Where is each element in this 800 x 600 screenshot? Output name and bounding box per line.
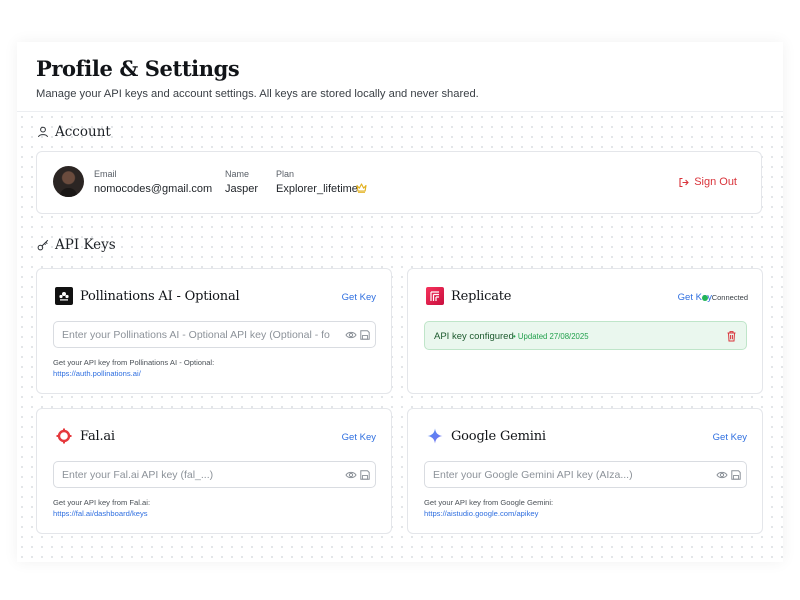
gemini-key-field — [424, 461, 747, 488]
name-label: Name — [225, 169, 250, 179]
avatar — [53, 166, 84, 197]
account-section-label: Account — [55, 124, 111, 140]
save-icon[interactable] — [359, 469, 371, 481]
status-dot-icon — [701, 294, 708, 301]
gemini-card: Google Gemini Get Key Get your API key f… — [407, 408, 763, 534]
pollinations-name: Pollinations AI - Optional — [80, 288, 240, 304]
pollinations-help-link[interactable]: https://auth.pollinations.ai/ — [53, 368, 214, 379]
plan-value: Explorer_lifetime — [276, 183, 358, 195]
save-icon[interactable] — [730, 469, 742, 481]
save-icon[interactable] — [359, 329, 371, 341]
replicate-status-badge: Connected — [701, 293, 748, 302]
account-section-title: Account — [37, 124, 111, 140]
api-keys-section-label: API Keys — [55, 237, 116, 253]
gemini-sparkle-icon — [426, 427, 444, 445]
falai-name: Fal.ai — [80, 428, 115, 444]
name-value: Jasper — [225, 183, 259, 195]
falai-key-field — [53, 461, 376, 488]
account-card: Email nomocodes@gmail.com Name Jasper Pl… — [36, 151, 762, 214]
falai-key-input[interactable] — [62, 462, 330, 487]
eye-icon[interactable] — [345, 469, 357, 481]
pollinations-help-text: Get your API key from Pollinations AI - … — [53, 358, 215, 367]
pollinations-key-input[interactable] — [62, 322, 330, 347]
gemini-help-link[interactable]: https://aistudio.google.com/apikey — [424, 508, 553, 519]
replicate-configured-banner: API key configured • Updated 27/08/2025 — [424, 321, 747, 350]
replicate-card: Replicate Get Key Connected API key conf… — [407, 268, 763, 394]
sign-out-button[interactable]: Sign Out — [678, 176, 737, 188]
falai-get-key-link[interactable]: Get Key — [342, 432, 376, 443]
replicate-name: Replicate — [451, 288, 512, 304]
eye-icon[interactable] — [345, 329, 357, 341]
plan-label: Plan — [276, 169, 295, 179]
user-icon — [38, 126, 48, 138]
replicate-logo-icon — [426, 287, 444, 305]
replicate-status-text: Connected — [711, 293, 748, 302]
pollinations-logo-icon — [55, 287, 73, 305]
page-header: Profile & Settings Manage your API keys … — [17, 42, 783, 112]
falai-help-link[interactable]: https://fal.ai/dashboard/keys — [53, 508, 150, 519]
gemini-get-key-link[interactable]: Get Key — [713, 432, 747, 443]
falai-logo-icon — [55, 427, 73, 445]
settings-panel: Profile & Settings Manage your API keys … — [17, 42, 783, 562]
gemini-help: Get your API key from Google Gemini: htt… — [424, 497, 553, 519]
page-subtitle: Manage your API keys and account setting… — [36, 88, 479, 100]
email-label: Email — [94, 169, 117, 179]
falai-help-text: Get your API key from Fal.ai: — [53, 498, 151, 507]
sign-out-icon — [679, 177, 689, 187]
email-value: nomocodes@gmail.com — [94, 183, 213, 195]
key-icon — [37, 239, 49, 251]
eye-icon[interactable] — [716, 469, 728, 481]
pollinations-key-field — [53, 321, 376, 348]
trash-icon[interactable] — [726, 330, 737, 342]
pollinations-get-key-link[interactable]: Get Key — [342, 292, 376, 303]
pollinations-help: Get your API key from Pollinations AI - … — [53, 357, 214, 379]
pollinations-card: Pollinations AI - Optional Get Key Get y… — [36, 268, 392, 394]
gemini-name: Google Gemini — [451, 428, 546, 444]
sign-out-label: Sign Out — [694, 176, 737, 188]
page-title: Profile & Settings — [36, 56, 240, 81]
gemini-key-input[interactable] — [433, 462, 701, 487]
replicate-configured-text: API key configured — [434, 331, 514, 342]
replicate-updated-text: • Updated 27/08/2025 — [513, 332, 589, 341]
falai-help: Get your API key from Fal.ai: https://fa… — [53, 497, 150, 519]
falai-card: Fal.ai Get Key Get your API key from Fal… — [36, 408, 392, 534]
gemini-help-text: Get your API key from Google Gemini: — [424, 498, 554, 507]
crown-icon — [356, 183, 367, 193]
api-keys-section-title: API Keys — [37, 237, 116, 253]
